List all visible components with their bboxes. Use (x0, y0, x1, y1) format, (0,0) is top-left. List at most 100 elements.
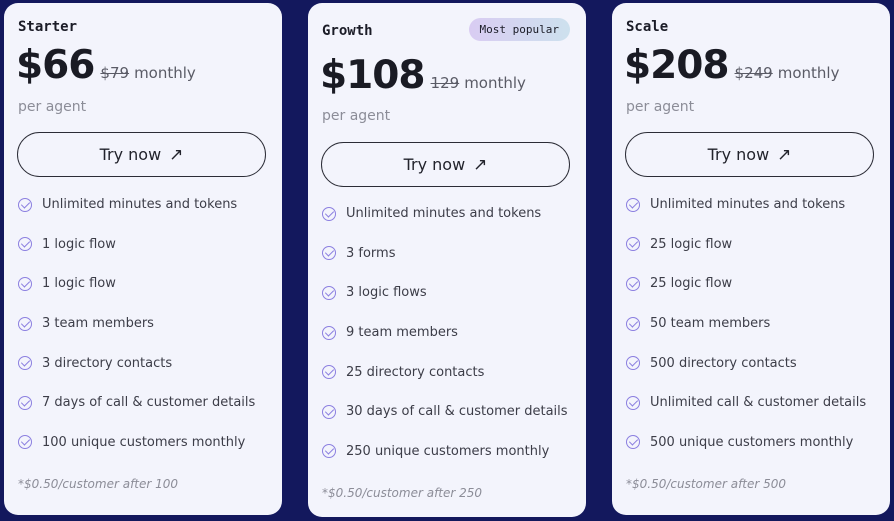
check-circle-icon (322, 285, 336, 300)
feature-text: 30 days of call & customer details (346, 404, 568, 420)
feature-item: Unlimited minutes and tokens (18, 185, 274, 225)
check-circle-icon (18, 237, 32, 252)
feature-text: 25 logic flow (650, 276, 733, 292)
feature-item: 1 logic flow (18, 225, 274, 265)
feature-item: 3 logic flows (322, 273, 578, 313)
feature-item: 25 logic flow (626, 225, 882, 265)
plan-name: Growth (322, 23, 373, 39)
feature-text: 3 logic flows (346, 285, 427, 301)
try-now-button[interactable]: Try now ↗ (625, 132, 874, 177)
old-price: 129 (430, 74, 460, 92)
feature-item: 500 directory contacts (626, 343, 882, 383)
check-circle-icon (626, 395, 640, 410)
price: $108 (320, 53, 426, 98)
plan-name: Starter (18, 19, 78, 35)
feature-text: 500 directory contacts (650, 355, 797, 371)
pricing-card-scale: Scale $208 $249 monthly per agent Try no… (612, 3, 890, 515)
feature-text: Unlimited minutes and tokens (346, 206, 542, 222)
feature-text: Unlimited call & customer details (650, 395, 867, 411)
check-circle-icon (18, 435, 32, 450)
check-circle-icon (626, 356, 640, 371)
feature-text: 1 logic flow (42, 236, 116, 252)
feature-text: 250 unique customers monthly (346, 443, 550, 459)
billing-period: monthly (134, 64, 196, 82)
check-circle-icon (322, 404, 336, 419)
price-unit: per agent (322, 108, 391, 124)
try-now-button[interactable]: Try now ↗ (321, 142, 570, 187)
check-circle-icon (322, 246, 336, 261)
feature-text: Unlimited minutes and tokens (650, 197, 846, 213)
overage-footnote: *$0.50/customer after 100 (18, 477, 179, 491)
arrow-up-right-icon: ↗ (169, 144, 184, 165)
check-circle-icon (322, 444, 336, 459)
feature-text: 3 directory contacts (42, 355, 173, 371)
feature-list: Unlimited minutes and tokens 25 logic fl… (626, 185, 882, 462)
feature-text: 100 unique customers monthly (42, 434, 246, 450)
feature-list: Unlimited minutes and tokens 3 forms 3 l… (322, 194, 578, 471)
check-circle-icon (18, 276, 32, 291)
check-circle-icon (626, 435, 640, 450)
feature-item: 250 unique customers monthly (322, 432, 578, 472)
check-circle-icon (18, 356, 32, 371)
feature-item: 500 unique customers monthly (626, 423, 882, 463)
feature-item: 25 logic flow (626, 264, 882, 304)
billing-period: monthly (777, 64, 840, 82)
feature-item: 100 unique customers monthly (18, 423, 274, 463)
price-row: $66 $79 monthly (16, 43, 196, 88)
feature-item: 1 logic flow (18, 264, 274, 304)
check-circle-icon (18, 316, 32, 331)
try-now-button[interactable]: Try now ↗ (17, 132, 266, 177)
feature-item: 30 days of call & customer details (322, 392, 578, 432)
overage-footnote: *$0.50/customer after 250 (322, 486, 483, 500)
check-circle-icon (322, 325, 336, 340)
feature-text: 7 days of call & customer details (42, 395, 256, 411)
feature-text: 3 team members (42, 316, 154, 332)
feature-item: 50 team members (626, 304, 882, 344)
billing-period: monthly (464, 74, 526, 92)
feature-text: 3 forms (346, 245, 396, 261)
try-now-label: Try now (707, 145, 770, 164)
feature-text: 500 unique customers monthly (650, 434, 854, 450)
check-circle-icon (626, 197, 640, 212)
check-circle-icon (626, 276, 640, 291)
feature-item: 3 forms (322, 234, 578, 274)
price-row: $108 129 monthly (320, 53, 526, 98)
check-circle-icon (18, 395, 32, 410)
price: $66 (16, 43, 95, 88)
feature-text: 50 team members (650, 316, 771, 332)
feature-item: 3 team members (18, 304, 274, 344)
feature-text: Unlimited minutes and tokens (42, 197, 238, 213)
try-now-label: Try now (99, 145, 162, 164)
feature-text: 1 logic flow (42, 276, 116, 292)
check-circle-icon (322, 206, 336, 221)
feature-item: Unlimited minutes and tokens (626, 185, 882, 225)
price-unit: per agent (18, 99, 87, 115)
feature-item: 9 team members (322, 313, 578, 353)
overage-footnote: *$0.50/customer after 500 (626, 477, 787, 491)
feature-text: 25 directory contacts (346, 364, 485, 380)
pricing-card-starter: Starter $66 $79 monthly per agent Try no… (4, 3, 282, 515)
old-price: $249 (734, 64, 773, 82)
feature-item: 25 directory contacts (322, 352, 578, 392)
feature-text: 25 logic flow (650, 236, 733, 252)
pricing-card-growth: Growth Most popular $108 129 monthly per… (308, 3, 586, 517)
price-unit: per agent (626, 99, 695, 115)
feature-item: Unlimited minutes and tokens (322, 194, 578, 234)
feature-text: 9 team members (346, 325, 458, 341)
check-circle-icon (322, 365, 336, 380)
plan-name: Scale (626, 19, 669, 35)
feature-item: 7 days of call & customer details (18, 383, 274, 423)
feature-item: Unlimited call & customer details (626, 383, 882, 423)
most-popular-badge: Most popular (468, 18, 570, 41)
price: $208 (624, 43, 730, 88)
arrow-up-right-icon: ↗ (777, 144, 792, 165)
check-circle-icon (626, 316, 640, 331)
check-circle-icon (18, 197, 32, 212)
try-now-label: Try now (403, 155, 466, 174)
price-row: $208 $249 monthly (624, 43, 839, 88)
old-price: $79 (100, 64, 130, 82)
arrow-up-right-icon: ↗ (473, 154, 488, 175)
feature-item: 3 directory contacts (18, 343, 274, 383)
check-circle-icon (626, 237, 640, 252)
feature-list: Unlimited minutes and tokens 1 logic flo… (18, 185, 274, 462)
